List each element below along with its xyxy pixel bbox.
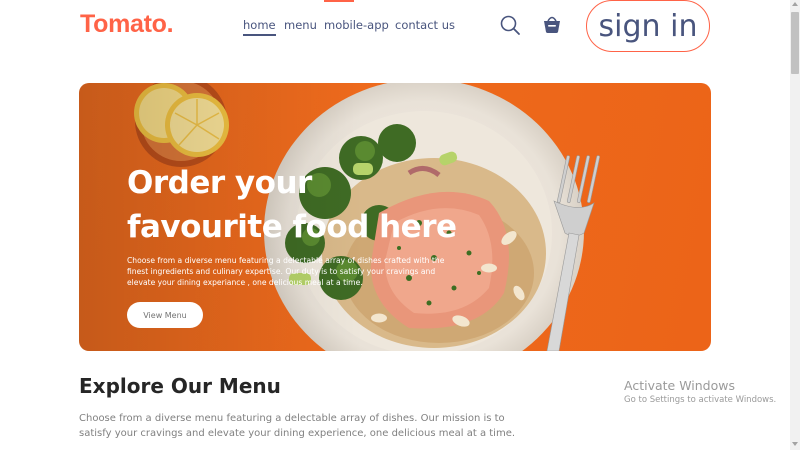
basket-icon[interactable] (541, 13, 563, 35)
scroll-up-arrow-icon[interactable] (792, 2, 798, 6)
hero-banner: Order your favourite food here Choose fr… (79, 83, 711, 351)
scroll-down-arrow-icon[interactable] (792, 442, 798, 446)
sign-in-button[interactable]: sign in (586, 0, 710, 52)
explore-menu-title: Explore Our Menu (79, 374, 281, 398)
explore-menu-description: Choose from a diverse menu featuring a d… (79, 413, 516, 439)
nav-item-mobile-app[interactable]: mobile-app (324, 18, 389, 32)
windows-activation-watermark: Activate Windows Go to Settings to activ… (624, 378, 776, 405)
hero-description: Choose from a diverse menu featuring a d… (127, 256, 445, 287)
nav-item-home[interactable]: home (243, 18, 276, 36)
scrollbar-thumb[interactable] (791, 12, 799, 74)
nav-accent-bar (324, 0, 354, 2)
hero-title: Order your favourite food here (127, 161, 457, 249)
watermark-title: Activate Windows (624, 378, 735, 393)
vertical-scrollbar[interactable] (790, 0, 800, 450)
search-icon[interactable] (499, 14, 521, 36)
hero-title-line-2: favourite food here (127, 209, 457, 245)
nav-item-contact-us[interactable]: contact us (395, 18, 455, 32)
navbar: Tomato. home menu mobile-app contact us … (0, 0, 790, 52)
nav-item-menu[interactable]: menu (284, 18, 317, 32)
hero-title-line-1: Order your (127, 165, 312, 201)
view-menu-button[interactable]: View Menu (127, 302, 203, 328)
hero-content: Order your favourite food here Choose fr… (127, 161, 457, 288)
watermark-subtitle: Go to Settings to activate Windows. (624, 395, 777, 405)
logo[interactable]: Tomato. (80, 10, 174, 39)
